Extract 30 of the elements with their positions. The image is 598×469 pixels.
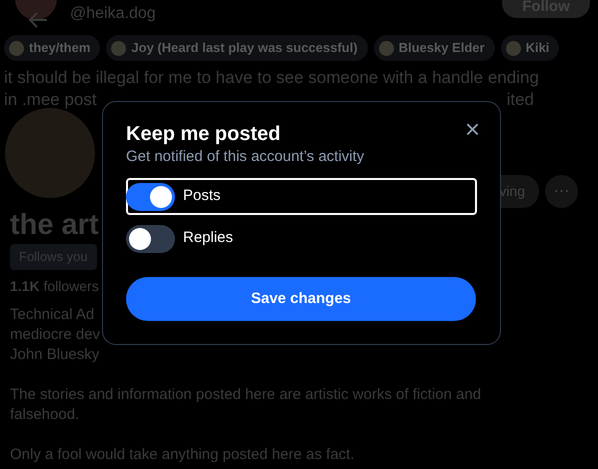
bio-paragraph: Only a fool would take anything posted here as fact. bbox=[10, 444, 356, 464]
bio-text: Technical Ad bbox=[10, 304, 96, 324]
profile-tag[interactable]: they/them bbox=[4, 35, 100, 61]
post-text: in .mee post bbox=[4, 89, 97, 111]
toggle-label: Replies bbox=[183, 228, 234, 248]
toggle-option[interactable]: Replies bbox=[126, 220, 477, 257]
bio-paragraph: The stories and information posted here are artistic works of fiction and falsehood. bbox=[10, 384, 482, 424]
tag-label: Joy (Heard last play was successful) bbox=[131, 39, 358, 58]
tag-label: they/them bbox=[29, 39, 90, 58]
followers-count: 1.1K followers bbox=[10, 276, 100, 296]
profile-tag[interactable]: Kiki bbox=[500, 35, 560, 61]
post-text: it should be illegal for me to have to see someone with a handle ending bbox=[4, 67, 540, 89]
bio-text: John Bluesky bbox=[10, 344, 100, 364]
profile-tag[interactable]: Bluesky Elder bbox=[374, 35, 495, 61]
close-button[interactable]: × bbox=[462, 116, 482, 142]
toggle-switch[interactable] bbox=[126, 224, 175, 252]
handle: @heika.dog bbox=[70, 4, 156, 24]
profile-tag[interactable]: Joy (Heard last play was successful) bbox=[106, 35, 368, 61]
dialog-title: Keep me posted bbox=[126, 122, 280, 147]
toggle-switch[interactable] bbox=[126, 182, 175, 210]
tag-label: Kiki bbox=[526, 39, 550, 58]
display-name: the art bbox=[10, 208, 99, 242]
save-button[interactable]: Save changes bbox=[126, 277, 476, 321]
bio-text: mediocre dev bbox=[10, 324, 102, 344]
more-button[interactable]: ⋯ bbox=[545, 175, 578, 208]
toggle-label: Posts bbox=[183, 186, 221, 206]
post-text: ited bbox=[506, 89, 534, 111]
dialog-subtitle: Get notified of this account’s activity bbox=[126, 148, 366, 166]
tag-label: Bluesky Elder bbox=[398, 39, 485, 58]
toggle-option[interactable]: Posts bbox=[126, 178, 477, 215]
